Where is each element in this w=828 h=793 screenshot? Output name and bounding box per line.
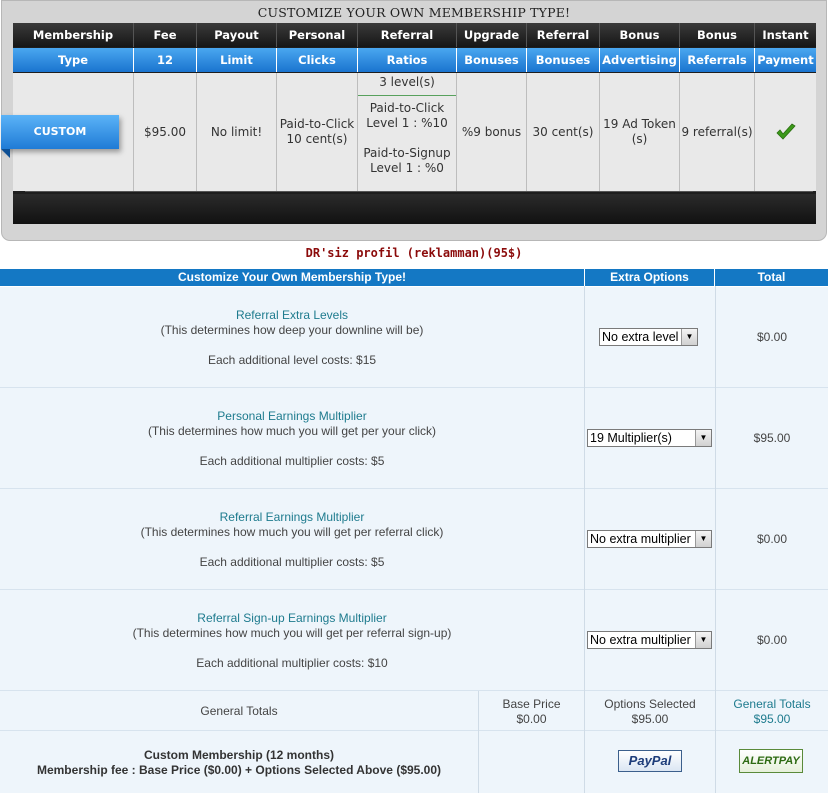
option-title: Referral Earnings Multiplier [219, 510, 365, 524]
select-value: 19 Multiplier(s) [590, 431, 672, 445]
referral-bonus-cell: 30 cent(s) [527, 73, 600, 191]
section-title: DR'siz profil (reklamman)(95$) [305, 246, 523, 260]
option-title: Personal Earnings Multiplier [217, 409, 367, 423]
option-total: $0.00 [756, 633, 788, 647]
membership-fee-formula: Membership fee : Base Price ($0.00) + Op… [36, 763, 442, 777]
select-value: No extra level [602, 330, 679, 344]
col-header: Instant [755, 23, 816, 47]
col-subheader: Referrals [680, 48, 755, 72]
panel-title: CUSTOMIZE YOUR OWN MEMBERSHIP TYPE! [257, 5, 571, 20]
col-subheader: Advertising [600, 48, 680, 72]
ptc-label: Paid-to-Click [369, 101, 445, 115]
customize-table: Customize Your Own Membership Type! Extr… [0, 269, 828, 793]
alertpay-button[interactable]: ALERTPAY [739, 749, 803, 773]
options-selected-label: Options Selected [604, 697, 696, 711]
col-subheader: Limit [197, 48, 277, 72]
signup-multiplier-select[interactable]: No extra multiplier ▼ [587, 631, 712, 649]
option-total: $0.00 [756, 330, 788, 344]
options-selected-value: $95.00 [631, 712, 669, 726]
chevron-down-icon[interactable]: ▼ [695, 430, 711, 446]
col-subheader: Ratios [358, 48, 457, 72]
col-header: Fee [134, 23, 197, 47]
checkmark-icon [775, 123, 796, 140]
col-subheader: 12 Months [134, 48, 197, 91]
instant-payment-cell [755, 73, 816, 191]
col-header: Referral [358, 23, 457, 47]
option-description: (This determines how deep your downline … [160, 323, 424, 337]
option-row-referral-levels [0, 287, 828, 387]
fee-cell: $95.00 [134, 73, 197, 191]
upgrade-cell: %9 bonus [457, 73, 527, 191]
referral-ratio-details: Paid-to-Click Level 1 : %10 Paid-to-Sign… [358, 101, 456, 176]
referral-levels: 3 level(s) [358, 73, 456, 96]
divider [0, 589, 828, 590]
option-description: (This determines how much you will get p… [132, 626, 452, 640]
personal-line2: 10 cent(s) [286, 132, 348, 146]
col-subheader: Payment [755, 48, 816, 72]
base-price-label: Base Price [502, 697, 561, 711]
divider [0, 690, 828, 691]
payout-cell: No limit! [197, 73, 277, 191]
col-header: Membership [13, 23, 134, 47]
membership-table: Membership Type Fee 12 Months $95.00 Pay… [13, 23, 816, 224]
option-cost: Each additional multiplier costs: $10 [196, 656, 388, 670]
option-cost: Each additional multiplier costs: $5 [199, 454, 385, 468]
col-subheader: Type [13, 48, 134, 72]
personal-cell: Paid-to-Click 10 cent(s) [277, 73, 358, 191]
option-total: $0.00 [756, 532, 788, 546]
table-footer-bar [13, 194, 816, 224]
referral-ratios-cell: 3 level(s) Paid-to-Click Level 1 : %10 P… [358, 73, 457, 191]
col-subheader: Bonuses [457, 48, 527, 72]
col-header: Upgrade [457, 23, 527, 47]
col-subheader: Clicks [277, 48, 358, 72]
ribbon-fold [1, 149, 10, 158]
general-totals-label: General Totals [200, 704, 278, 718]
select-value: No extra multiplier [590, 532, 691, 546]
option-total: $95.00 [753, 431, 791, 445]
paypal-button[interactable]: PayPal [618, 750, 682, 772]
personal-line1: Paid-to-Click [279, 117, 355, 131]
pts-label: Paid-to-Signup [363, 146, 451, 160]
referral-multiplier-select[interactable]: No extra multiplier ▼ [587, 530, 712, 548]
membership-footer-row [0, 731, 828, 793]
option-description: (This determines how much you will get p… [147, 424, 437, 438]
col-header: Personal [277, 23, 358, 47]
chevron-down-icon[interactable]: ▼ [695, 632, 711, 648]
chevron-down-icon[interactable]: ▼ [695, 531, 711, 547]
personal-multiplier-select[interactable]: 19 Multiplier(s) ▼ [587, 429, 712, 447]
membership-summary: Custom Membership (12 months) [143, 748, 335, 762]
ad-token-line2: (s) [631, 132, 648, 146]
membership-comparison-panel: CUSTOMIZE YOUR OWN MEMBERSHIP TYPE! Memb… [1, 0, 827, 241]
divider [0, 730, 828, 731]
chevron-down-icon[interactable]: ▼ [681, 329, 697, 345]
header-extra-options: Extra Options [585, 269, 714, 286]
col-header: Referral [527, 23, 600, 47]
pts-value: Level 1 : %0 [370, 161, 444, 175]
base-price-value: $0.00 [516, 712, 547, 726]
custom-membership-ribbon[interactable]: CUSTOM [1, 115, 119, 149]
bonus-referrals-cell: 9 referral(s) [680, 73, 755, 191]
col-header: Bonus [680, 23, 755, 47]
option-title: Referral Extra Levels [235, 308, 349, 322]
referral-levels-select[interactable]: No extra level ▼ [599, 328, 698, 346]
bonus-advertising-cell: 19 Ad Token (s) [600, 73, 680, 191]
col-subheader: Bonuses [527, 48, 600, 72]
ad-token-line1: 19 Ad Token [603, 117, 676, 131]
header-total: Total [715, 269, 828, 286]
option-title: Referral Sign-up Earnings Multiplier [197, 611, 387, 625]
option-cost: Each additional multiplier costs: $5 [199, 555, 385, 569]
general-totals-value: $95.00 [753, 712, 791, 726]
option-cost: Each additional level costs: $15 [207, 353, 377, 367]
divider [0, 488, 828, 489]
col-header: Bonus [600, 23, 680, 47]
divider [0, 387, 828, 388]
general-totals-header: General Totals [733, 697, 811, 711]
select-value: No extra multiplier [590, 633, 691, 647]
ptc-value: Level 1 : %10 [366, 116, 448, 130]
option-description: (This determines how much you will get p… [140, 525, 444, 539]
col-header: Payout [197, 23, 277, 47]
header-customize: Customize Your Own Membership Type! [0, 269, 584, 286]
divider [25, 191, 813, 192]
